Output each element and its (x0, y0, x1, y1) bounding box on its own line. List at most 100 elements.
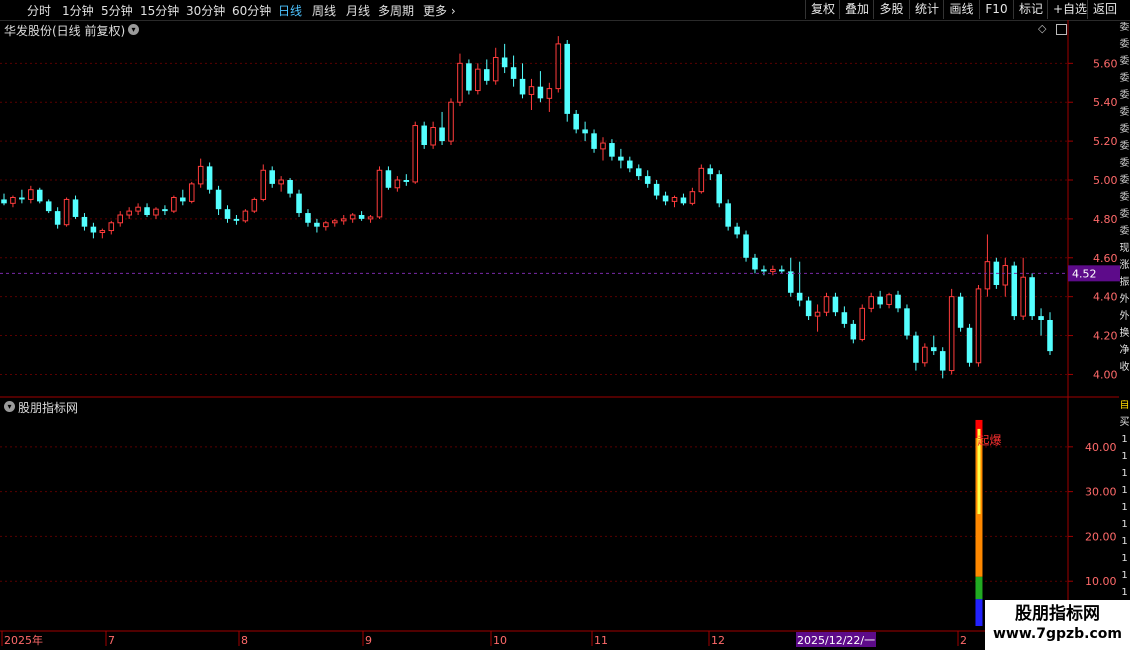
quote-side-label: 涨 (1119, 260, 1130, 271)
candle-body (752, 257, 758, 270)
candle-body (600, 142, 606, 150)
signal-bar-segment (975, 599, 983, 626)
candle-body (1, 199, 7, 204)
candle-body (922, 346, 928, 364)
quote-side-label: 净 (1119, 345, 1130, 356)
candle-body (609, 143, 615, 157)
candle-body (153, 208, 159, 216)
sub-side-label: 1 (1121, 536, 1128, 547)
quote-side-label: 委 (1119, 141, 1130, 152)
date-tick-label: 9 (365, 634, 372, 647)
candle-body (635, 168, 642, 177)
candle-body (957, 296, 964, 328)
price-tick-label: 5.40 (1093, 96, 1118, 109)
candle-body (394, 179, 401, 189)
candle-body (868, 296, 874, 309)
candle-body (886, 294, 892, 305)
quote-side-label: 现 (1119, 243, 1130, 254)
sub-side-label: 1 (1121, 519, 1128, 530)
candle-body (439, 127, 445, 142)
candle-body (278, 179, 284, 185)
candle-body (787, 271, 794, 293)
candle-body (305, 213, 311, 223)
sub-side-label: 1 (1121, 502, 1128, 513)
candle-body (564, 43, 571, 114)
quote-side-label: 委 (1119, 39, 1130, 50)
candle-body (591, 133, 597, 149)
sub-side-label: 1 (1121, 587, 1128, 598)
date-tick-label: 12 (711, 634, 725, 647)
candle-body (242, 210, 249, 222)
sub-side-label: 1 (1121, 570, 1128, 581)
date-tick-label: 8 (241, 634, 248, 647)
candle-body (859, 307, 866, 340)
price-tick-label: 4.60 (1093, 252, 1118, 265)
candle-body (340, 218, 347, 222)
sub-side-label: 自 (1119, 400, 1130, 411)
candle-body (627, 160, 633, 169)
quote-side-label: 委 (1119, 22, 1130, 33)
candle-body (796, 292, 803, 301)
candle-body (975, 288, 982, 364)
candle-body (332, 220, 338, 224)
candle-body (895, 294, 901, 309)
candle-body (913, 335, 919, 363)
candle-body (269, 170, 275, 184)
sub-side-label: 1 (1121, 485, 1128, 496)
candle-body (171, 197, 177, 212)
candle-body (805, 300, 812, 317)
sub-side-label: 买 (1119, 417, 1130, 428)
candle-body (939, 351, 946, 371)
last-price-label: 4.52 (1072, 267, 1097, 280)
candle-body (743, 234, 749, 258)
candle-body (466, 63, 472, 91)
quote-side-label: 外 (1119, 311, 1130, 322)
candle-body (19, 197, 25, 200)
candle-body (224, 209, 231, 219)
candle-body (90, 226, 97, 233)
quote-side-label: 收 (1119, 362, 1130, 373)
candle-body (28, 189, 34, 200)
candle-body (841, 312, 848, 324)
watermark-line2: www.7gpzb.com (992, 626, 1122, 642)
candle-body (698, 167, 705, 193)
candle-body (734, 226, 740, 235)
candle-body (725, 203, 731, 227)
candle-body (779, 269, 785, 272)
candle-body (54, 211, 61, 225)
candle-body (117, 214, 123, 224)
candle-body (296, 193, 302, 214)
candle-body (716, 174, 722, 204)
candle-body (99, 230, 106, 234)
candle-body (644, 176, 651, 184)
candle-body (680, 197, 687, 204)
candle-body (135, 206, 141, 212)
candle-body (367, 216, 374, 220)
candle-body (519, 78, 526, 95)
candle-body (430, 127, 436, 146)
candle-body (162, 209, 168, 212)
date-tick-label: 2025年 (4, 633, 43, 647)
candle-body (1029, 277, 1035, 317)
price-tick-label: 5.20 (1093, 135, 1118, 148)
candle-body (358, 215, 365, 219)
candle-body (323, 222, 329, 228)
candle-body (1020, 276, 1026, 317)
quote-side-label: 委 (1119, 124, 1130, 135)
candle-body (10, 197, 16, 204)
candle-body (188, 183, 195, 202)
quote-side-label: 委 (1119, 73, 1130, 84)
quote-side-label: 委 (1119, 175, 1130, 186)
candle-body (966, 327, 973, 363)
candle-body (260, 169, 267, 200)
candle-body (931, 347, 937, 352)
candle-body (206, 166, 213, 190)
candle-body (671, 197, 678, 202)
sub-tick-label: 20.00 (1085, 530, 1117, 543)
price-tick-label: 5.60 (1093, 57, 1118, 70)
candle-body (403, 180, 410, 182)
candle-body (984, 261, 991, 290)
watermark-logo: 股朋指标网 www.7gpzb.com (985, 600, 1130, 650)
candle-body (233, 218, 240, 221)
candle-body (850, 323, 857, 340)
